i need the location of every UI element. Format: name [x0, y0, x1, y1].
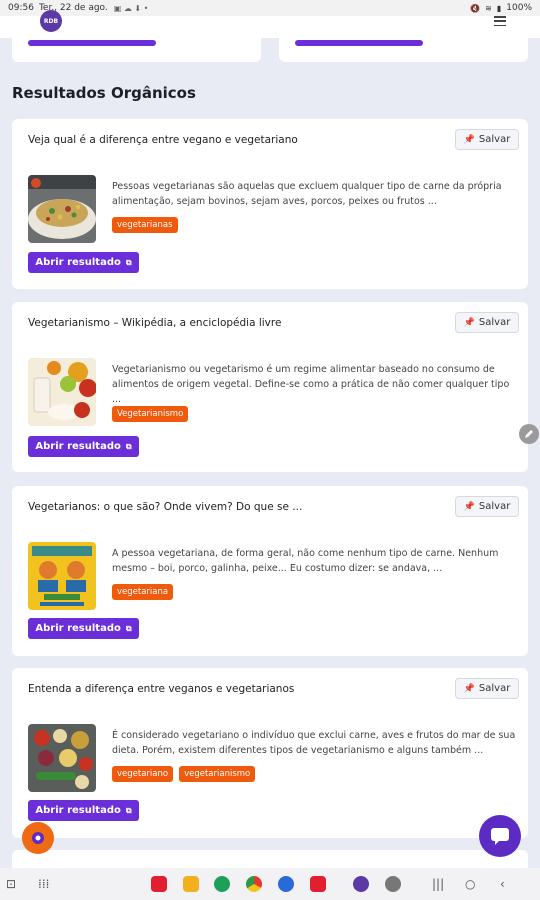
tag[interactable]: vegetarianas — [112, 217, 178, 233]
open-result-button[interactable]: Abrir resultado ⧉ — [28, 252, 139, 273]
app-icon-folder[interactable] — [183, 876, 199, 892]
app-icon-blue[interactable] — [278, 876, 294, 892]
pin-icon: 📌 — [463, 317, 475, 328]
save-label: Salvar — [478, 683, 511, 694]
external-link-icon: ⧉ — [125, 623, 132, 633]
app-icon-green[interactable] — [214, 876, 230, 892]
app-drawer-icon[interactable]: ⁞⁞⁞ — [38, 877, 49, 891]
previous-card-right — [279, 38, 528, 62]
save-button[interactable]: 📌 Salvar — [455, 129, 519, 150]
pencil-icon[interactable] — [519, 424, 539, 444]
mute-icon: 🔇 — [470, 3, 481, 13]
previous-cards — [12, 38, 528, 62]
next-result-card-partial — [12, 850, 528, 870]
result-tags: vegetariana — [112, 584, 174, 600]
status-bar: 09:56 Ter., 22 de ago. ▣ ☁ ⬇ • 🔇 ≋ ▮ 100… — [0, 0, 540, 16]
external-link-icon: ⧉ — [125, 441, 132, 451]
save-button[interactable]: 📌 Salvar — [455, 312, 519, 333]
logo-text: RDB — [43, 17, 59, 25]
app-icon-gray[interactable] — [385, 876, 401, 892]
result-description: A pessoa vegetariana, de forma geral, nã… — [112, 548, 499, 574]
back-icon[interactable]: ‹ — [500, 877, 505, 891]
result-thumbnail — [28, 358, 96, 426]
save-button[interactable]: 📌 Salvar — [455, 496, 519, 517]
system-navigation-bar: ⊡ ⁞⁞⁞ ||| ○ ‹ — [0, 868, 540, 900]
recents-icon[interactable]: ||| — [432, 877, 444, 891]
tag[interactable]: vegetarianismo — [179, 766, 256, 782]
app-icon-red[interactable] — [151, 876, 167, 892]
result-description: É considerado vegetariano o indivíduo qu… — [112, 730, 516, 756]
pin-icon: 📌 — [463, 683, 475, 694]
result-title[interactable]: Vegetarianismo – Wikipédia, a enciclopéd… — [28, 317, 428, 329]
open-result-label: Abrir resultado — [35, 805, 121, 816]
result-card: Vegetarianos: o que são? Onde vivem? Do … — [12, 486, 528, 656]
result-thumbnail — [28, 724, 96, 792]
result-title[interactable]: Entenda a diferença entre veganos e vege… — [28, 683, 428, 695]
save-button[interactable]: 📌 Salvar — [455, 678, 519, 699]
signal-icon: ▮ — [496, 3, 502, 13]
battery-level: 100% — [506, 3, 532, 13]
notification-icons: ▣ ☁ ⬇ • — [113, 3, 149, 13]
open-result-button[interactable]: Abrir resultado ⧉ — [28, 436, 139, 457]
result-card: Entenda a diferença entre veganos e vege… — [12, 668, 528, 838]
open-result-label: Abrir resultado — [35, 623, 121, 634]
result-tags: Vegetarianismo — [112, 406, 189, 422]
rdb-app-icon[interactable] — [353, 876, 369, 892]
hamburger-menu-icon[interactable] — [494, 16, 506, 26]
previous-card-right-button[interactable] — [295, 40, 423, 46]
open-result-label: Abrir resultado — [35, 257, 121, 268]
section-title: Resultados Orgânicos — [12, 84, 196, 102]
result-tags: vegetariano vegetarianismo — [112, 766, 256, 782]
accessibility-widget-icon[interactable] — [22, 822, 54, 854]
result-thumbnail — [28, 542, 96, 610]
result-description: Pessoas vegetarianas são aquelas que exc… — [112, 181, 502, 207]
open-result-button[interactable]: Abrir resultado ⧉ — [28, 618, 139, 639]
youtube-icon[interactable] — [310, 876, 326, 892]
result-title[interactable]: Veja qual é a diferença entre vegano e v… — [28, 134, 428, 146]
chrome-icon[interactable] — [246, 876, 262, 892]
previous-card-left-button[interactable] — [28, 40, 156, 46]
external-link-icon: ⧉ — [125, 257, 132, 267]
status-time: 09:56 — [8, 3, 34, 13]
pin-icon: 📌 — [463, 501, 475, 512]
result-thumbnail — [28, 175, 96, 243]
save-label: Salvar — [478, 134, 511, 145]
tag[interactable]: vegetariano — [112, 766, 174, 782]
external-link-icon: ⧉ — [125, 805, 132, 815]
chat-icon[interactable] — [479, 815, 521, 857]
open-result-label: Abrir resultado — [35, 441, 121, 452]
tag[interactable]: vegetariana — [112, 584, 174, 600]
app-logo[interactable]: RDB — [40, 10, 62, 32]
open-result-button[interactable]: Abrir resultado ⧉ — [28, 800, 139, 821]
result-title[interactable]: Vegetarianos: o que são? Onde vivem? Do … — [28, 501, 428, 513]
result-card: Vegetarianismo – Wikipédia, a enciclopéd… — [12, 302, 528, 472]
save-label: Salvar — [478, 317, 511, 328]
app-header: RDB — [0, 10, 540, 38]
result-card: Veja qual é a diferença entre vegano e v… — [12, 119, 528, 289]
previous-card-left — [12, 38, 261, 62]
wifi-icon: ≋ — [485, 3, 492, 13]
home-icon[interactable]: ○ — [465, 877, 475, 891]
tag[interactable]: Vegetarianismo — [112, 406, 189, 422]
accessibility-icon[interactable]: ⊡ — [6, 877, 16, 891]
result-description: Vegetarianismo ou vegetarismo é um regim… — [112, 364, 510, 405]
save-label: Salvar — [478, 501, 511, 512]
result-tags: vegetarianas — [112, 217, 178, 233]
pin-icon: 📌 — [463, 134, 475, 145]
